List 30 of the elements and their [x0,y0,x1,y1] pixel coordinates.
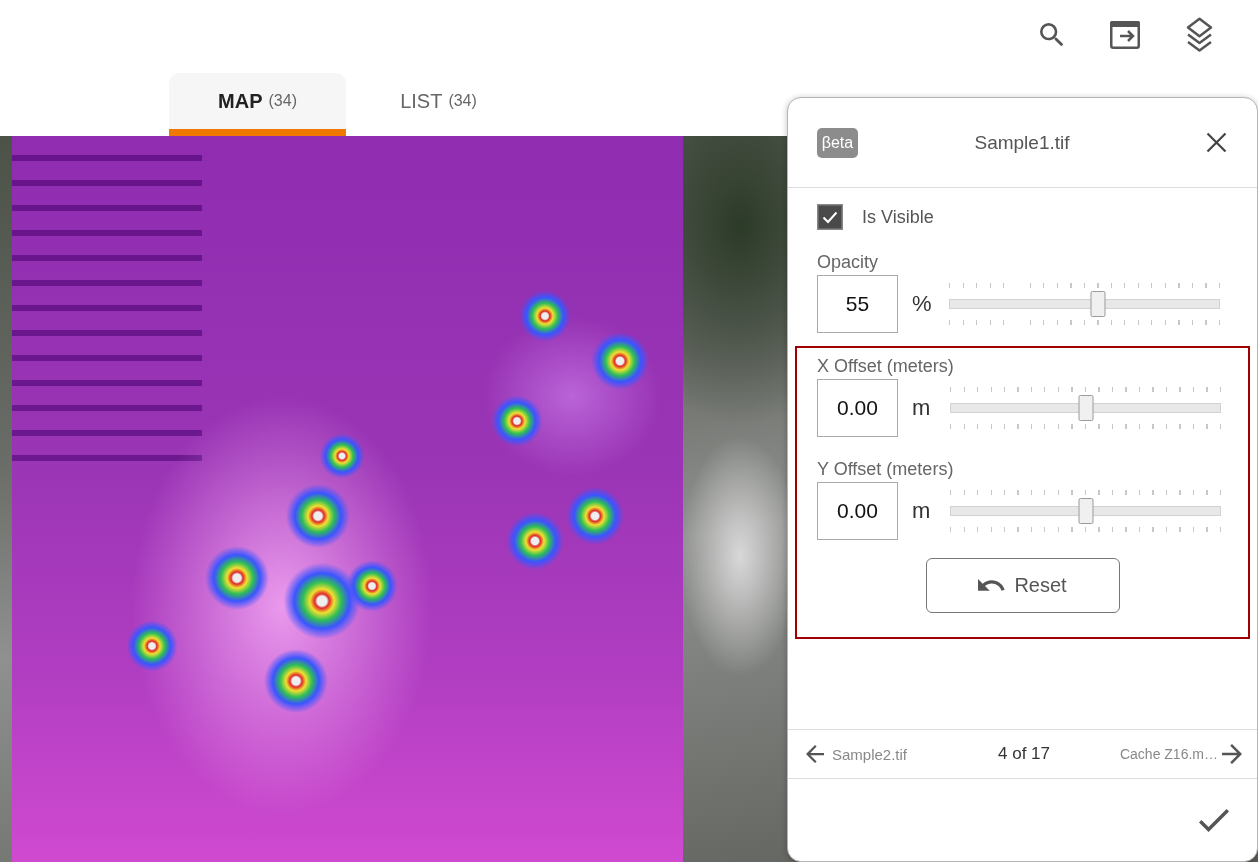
slider-thumb[interactable] [1078,498,1093,524]
unit-label: m [912,498,931,524]
unit-label: % [912,291,932,317]
view-tab[interactable]: MAP (34) [169,73,346,136]
offset-label: X Offset (meters) [817,356,954,376]
offset-input[interactable]: 0.00 [817,482,898,540]
undo-icon [978,579,1007,592]
offset-label: Y Offset (meters) [817,459,954,479]
close-icon[interactable] [1206,132,1227,153]
offset-input[interactable]: 0.00 [817,379,898,437]
checkbox[interactable] [817,204,843,230]
visibility-label: Is Visible [862,206,934,228]
check-icon[interactable] [1199,808,1229,832]
layer-position: 4 of 17 [998,744,1050,764]
slider-thumb[interactable] [1078,395,1093,421]
layer-title: Sample1.tif [974,131,1070,154]
unit-label: m [912,395,931,421]
reset-button[interactable]: Reset [925,558,1120,613]
search-icon[interactable] [1040,23,1064,47]
arrow-right-icon [1222,744,1242,764]
slider-thumb[interactable] [1090,291,1106,317]
beta-badge: βeta [817,127,858,158]
layers-icon[interactable] [1186,17,1213,53]
previous-layer-link[interactable]: Sample2.tif [806,745,908,763]
export-window-icon[interactable] [1110,21,1140,49]
arrow-left-icon [806,745,824,763]
next-layer-link[interactable]: Cache Z16.m… [1119,744,1242,764]
opacity-input[interactable]: 55 [817,275,898,333]
opacity-label: Opacity [817,252,879,272]
view-tab[interactable]: LIST (34) [350,73,527,136]
